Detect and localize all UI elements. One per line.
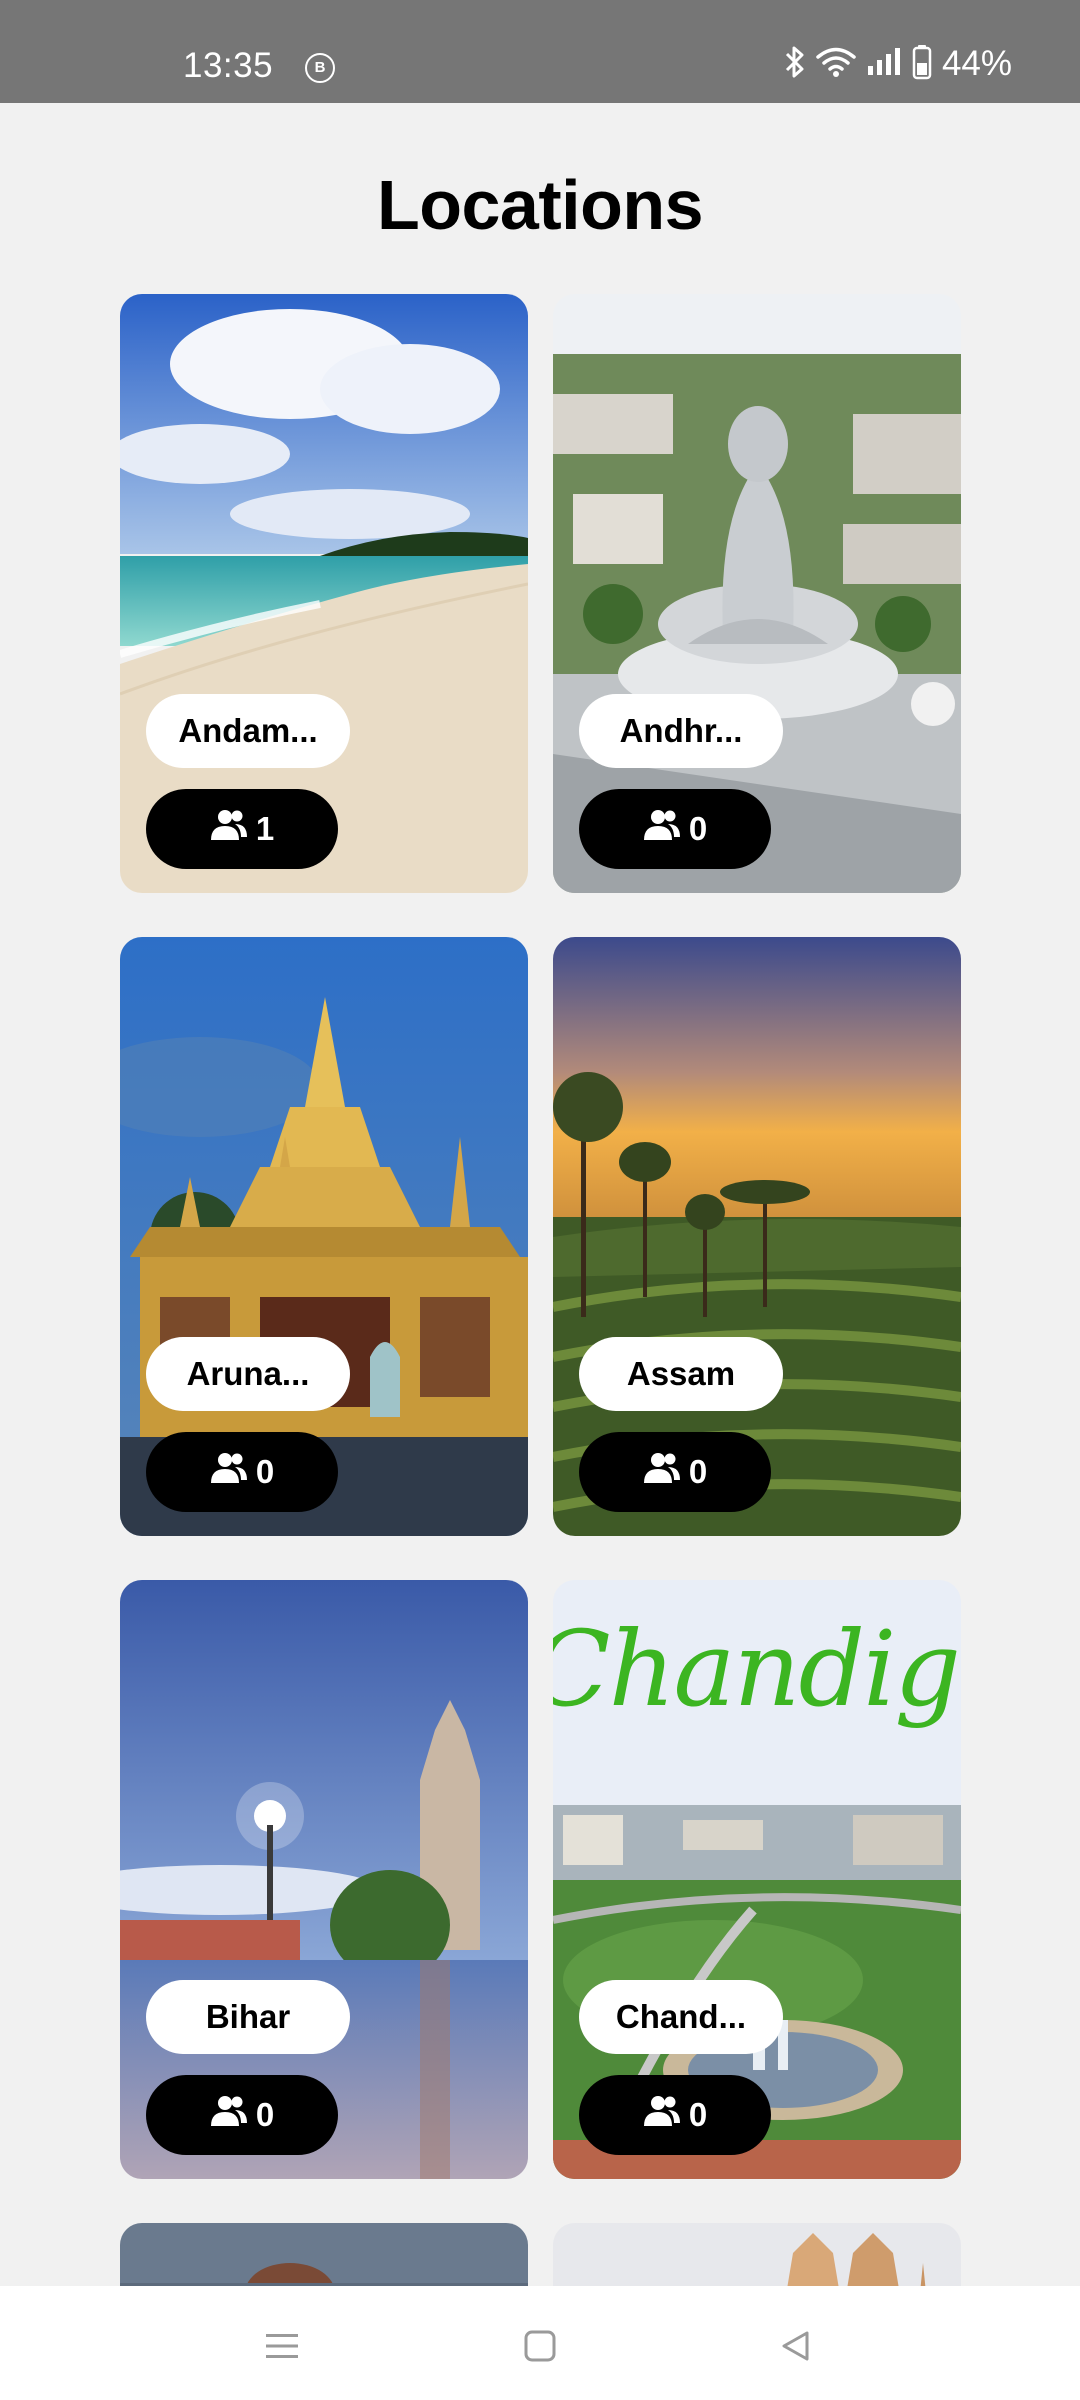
member-count: 0 bbox=[688, 810, 708, 847]
location-name: Assam bbox=[579, 1337, 783, 1411]
member-count-pill[interactable]: 0 bbox=[579, 1432, 771, 1512]
users-icon bbox=[643, 2094, 681, 2136]
member-count-pill[interactable]: 0 bbox=[579, 789, 771, 869]
location-card[interactable]: Aruna... 0 bbox=[120, 937, 528, 1536]
member-count-pill[interactable]: 0 bbox=[146, 2075, 338, 2155]
users-icon bbox=[210, 1451, 248, 1493]
users-icon bbox=[643, 1451, 681, 1493]
member-count-pill[interactable]: 1 bbox=[146, 789, 338, 869]
users-icon bbox=[643, 808, 681, 850]
location-name: Bihar bbox=[146, 1980, 350, 2054]
member-count: 0 bbox=[688, 2096, 708, 2133]
system-nav-bar bbox=[0, 2286, 1080, 2400]
status-badge: B bbox=[305, 53, 335, 83]
location-card[interactable]: Chandigarh Chand... 0 bbox=[553, 1580, 961, 2179]
member-count-pill[interactable]: 0 bbox=[579, 2075, 771, 2155]
location-name: Aruna... bbox=[146, 1337, 350, 1411]
users-icon bbox=[210, 2094, 248, 2136]
battery-icon bbox=[912, 44, 932, 85]
member-count: 0 bbox=[688, 1453, 708, 1490]
member-count-pill[interactable]: 0 bbox=[146, 1432, 338, 1512]
page-title: Locations bbox=[376, 166, 704, 244]
bluetooth-icon bbox=[784, 45, 806, 84]
location-card[interactable]: Bihar 0 bbox=[120, 1580, 528, 2179]
status-bar: 13:35 B 44% bbox=[0, 0, 1080, 103]
location-name: Chand... bbox=[579, 1980, 783, 2054]
status-indicators: 44% bbox=[784, 44, 1012, 84]
status-time: 13:35 bbox=[183, 46, 274, 85]
member-count: 0 bbox=[255, 1453, 275, 1490]
location-card[interactable]: Assam 0 bbox=[553, 937, 961, 1536]
battery-percent: 44% bbox=[941, 44, 1012, 83]
menu-icon[interactable] bbox=[252, 2316, 312, 2376]
location-name: Andhr... bbox=[579, 694, 783, 768]
users-icon bbox=[210, 808, 248, 850]
wifi-icon bbox=[816, 46, 856, 83]
location-card[interactable]: Andhr... 0 bbox=[553, 294, 961, 893]
location-card[interactable]: Andam... 1 bbox=[120, 294, 528, 893]
chandigarh-banner-text: Chandigarh bbox=[553, 1608, 961, 1730]
home-square-icon[interactable] bbox=[510, 2316, 570, 2376]
member-count: 0 bbox=[255, 2096, 275, 2133]
member-count: 1 bbox=[255, 810, 275, 847]
signal-icon bbox=[866, 47, 902, 82]
back-triangle-icon[interactable] bbox=[766, 2316, 826, 2376]
location-name: Andam... bbox=[146, 694, 350, 768]
